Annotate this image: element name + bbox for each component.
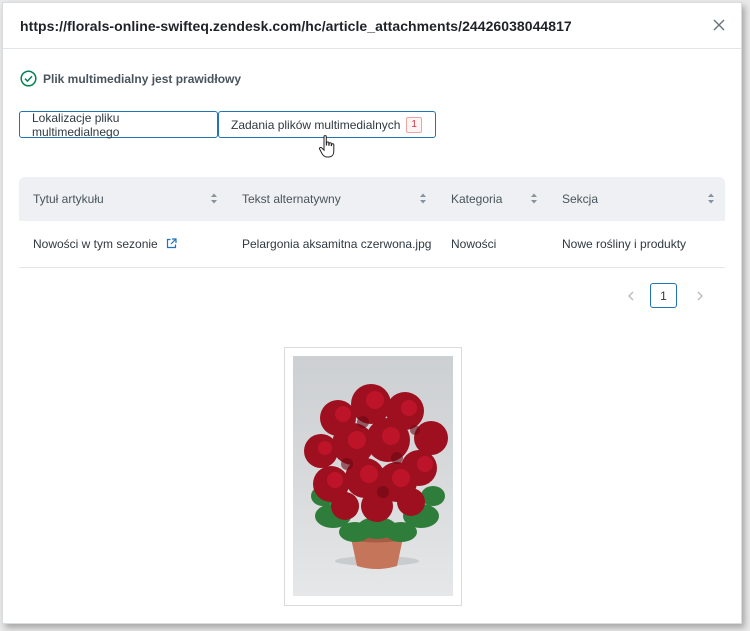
task-count-badge: 1 bbox=[406, 116, 422, 133]
chevron-right-icon bbox=[697, 291, 703, 300]
column-header-section[interactable]: Sekcja bbox=[548, 177, 725, 221]
media-dialog: https://florals-online-swifteq.zendesk.c… bbox=[2, 2, 742, 624]
geranium-photo bbox=[293, 356, 453, 596]
table-header-row: Tytuł artykułu Tekst alternatywny Katego… bbox=[19, 177, 725, 221]
column-header-alt-text[interactable]: Tekst alternatywny bbox=[228, 177, 437, 221]
alt-text-cell: Pelargonia aksamitna czerwona.jpg bbox=[242, 236, 432, 251]
tab-label: Zadania plików multimedialnych bbox=[231, 117, 401, 132]
tab-label: Lokalizacje pliku multimedialnego bbox=[32, 110, 120, 139]
category-cell: Nowości bbox=[451, 236, 497, 251]
article-table: Tytuł artykułu Tekst alternatywny Katego… bbox=[19, 177, 725, 268]
sort-icon[interactable] bbox=[419, 192, 427, 205]
section-cell: Nowe rośliny i produkty bbox=[562, 236, 687, 251]
external-link-icon[interactable] bbox=[166, 238, 177, 249]
sort-icon[interactable] bbox=[530, 192, 538, 205]
page-1-button[interactable]: 1 bbox=[650, 283, 677, 308]
column-header-title[interactable]: Tytuł artykułu bbox=[19, 177, 228, 221]
chevron-left-icon bbox=[628, 291, 634, 300]
check-circle-icon bbox=[20, 70, 37, 87]
close-icon[interactable] bbox=[711, 17, 727, 33]
column-header-category[interactable]: Kategoria bbox=[437, 177, 548, 221]
dialog-title-url: https://florals-online-swifteq.zendesk.c… bbox=[20, 17, 572, 34]
sort-icon[interactable] bbox=[210, 192, 218, 205]
validation-message: Plik multimedialny jest prawidłowy bbox=[43, 71, 242, 86]
pagination: 1 bbox=[620, 283, 711, 308]
table-row: Nowości w tym sezonie Pelargonia aksamit… bbox=[19, 221, 725, 267]
image-preview bbox=[284, 347, 462, 606]
sort-icon[interactable] bbox=[707, 192, 715, 205]
previous-page-button[interactable] bbox=[620, 285, 642, 307]
validation-status: Plik multimedialny jest prawidłowy bbox=[20, 70, 241, 87]
tab-bar: Lokalizacje pliku multimedialnego Zadani… bbox=[19, 110, 436, 139]
hand-pointer-cursor-icon bbox=[318, 135, 335, 158]
dialog-header: https://florals-online-swifteq.zendesk.c… bbox=[3, 3, 741, 49]
tab-media-locations[interactable]: Lokalizacje pliku multimedialnego bbox=[19, 110, 218, 139]
potted-geranium-image bbox=[304, 384, 448, 569]
article-title-link[interactable]: Nowości w tym sezonie bbox=[19, 221, 228, 267]
next-page-button[interactable] bbox=[689, 285, 711, 307]
